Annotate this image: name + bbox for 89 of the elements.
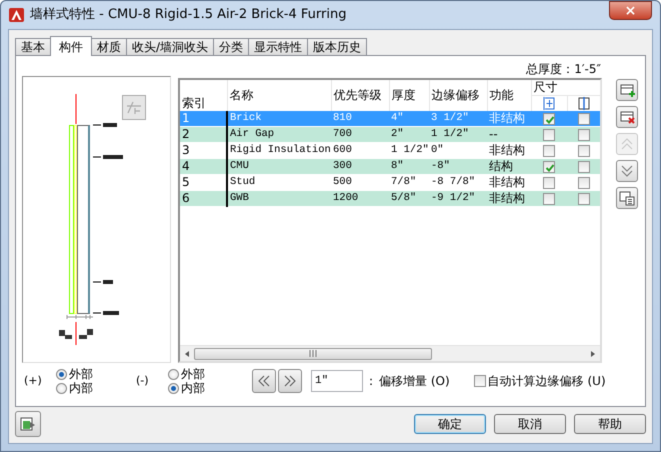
checkbox[interactable] <box>578 160 590 173</box>
app-logo-icon <box>9 8 24 22</box>
checkbox[interactable] <box>543 128 555 141</box>
table-cell: 1 1/2″ <box>429 126 487 142</box>
checkbox[interactable] <box>543 160 555 173</box>
column-header: 厚度 <box>392 88 416 102</box>
table-cell: 6 <box>180 190 227 206</box>
window-title: 墙样式特性 - CMU-8 Rigid-1.5 Air-2 Brick-4 Furring <box>30 6 346 24</box>
move-down-button[interactable] <box>616 160 638 182</box>
export-icon <box>20 416 36 432</box>
checkbox[interactable] <box>578 192 590 205</box>
table-cell: 1200 <box>331 190 389 206</box>
add-row-button[interactable] <box>616 79 638 101</box>
table-row[interactable]: 4 CMU 300 8″ -8″ 结构 <box>180 158 600 174</box>
checkbox[interactable] <box>543 176 555 189</box>
details-button[interactable] <box>616 187 638 209</box>
table-row[interactable]: 2 Air Gap 700 2″ 1 1/2″ -- <box>180 126 600 142</box>
double-chevron-right-icon <box>283 374 297 388</box>
tab[interactable]: 显示特性 <box>248 38 308 55</box>
scroll-right-icon[interactable] <box>589 350 597 358</box>
table-cell: GWB <box>227 190 331 206</box>
table-row[interactable]: 6 GWB 1200 5/8″ -9 1/2″ 非结构 <box>180 190 600 206</box>
grip-icon <box>309 350 317 357</box>
table-cell: -- <box>487 126 531 142</box>
table-cell: CMU <box>227 158 331 174</box>
dialog-button[interactable]: 确定 <box>414 414 486 434</box>
tab[interactable]: 构件 <box>50 36 92 56</box>
table-cell: 8″ <box>389 158 429 174</box>
offset-increment-label: 偏移增量 (O) <box>379 373 450 390</box>
column-header: 边缘偏移 <box>432 88 480 102</box>
checkbox[interactable] <box>543 192 555 205</box>
separator-text: : <box>369 373 374 390</box>
radio-button[interactable]: 外部 <box>168 367 228 381</box>
tab[interactable]: 版本历史 <box>307 38 368 55</box>
radio-button[interactable]: 内部 <box>168 381 228 395</box>
delete-row-icon <box>619 109 635 125</box>
table-cell: 4″ <box>389 111 429 126</box>
table-cell: 1 <box>180 111 227 126</box>
table-cell: -9 1/2″ <box>429 190 487 206</box>
checkbox[interactable] <box>578 128 590 141</box>
auto-offset-checkbox[interactable]: 自动计算边缘偏移 (U) <box>474 374 606 388</box>
shift-right-button[interactable] <box>278 369 302 393</box>
table-cell: 300 <box>331 158 389 174</box>
tab[interactable]: 收头/墙洞收头 <box>126 38 214 55</box>
radio-button[interactable]: 外部 <box>56 367 116 381</box>
table-cell: -8″ <box>429 158 487 174</box>
column-header: 功能 <box>490 88 514 102</box>
scroll-left-icon[interactable] <box>183 350 191 358</box>
tab[interactable]: 分类 <box>213 38 250 55</box>
column-group-header: 尺寸 <box>534 80 558 94</box>
table-cell: Air Gap <box>227 126 331 142</box>
column-header: 优先等级 <box>334 88 382 102</box>
checkbox[interactable] <box>578 112 590 125</box>
table-cell: Brick <box>227 111 331 126</box>
table-cell: 3 1/2″ <box>429 111 487 126</box>
offset-increment-field[interactable]: 1″ <box>311 370 363 392</box>
column-header: 名称 <box>230 88 254 102</box>
dialog-button[interactable]: 帮助 <box>574 414 646 434</box>
dialog-button[interactable]: 取消 <box>494 414 566 434</box>
column-header: 索引 <box>182 96 206 110</box>
radio-button[interactable]: 内部 <box>56 381 116 395</box>
table-cell: 4 <box>180 158 227 174</box>
total-thickness: 总厚度：1′-5″ <box>526 62 601 76</box>
checkbox[interactable] <box>543 112 555 125</box>
table-cell: 2″ <box>389 126 429 142</box>
checkbox[interactable] <box>543 144 555 157</box>
table-cell: 700 <box>331 126 389 142</box>
table-cell: 非结构 <box>487 190 531 206</box>
add-row-icon <box>619 82 635 98</box>
chevron-up-icon <box>619 136 635 152</box>
tab[interactable]: 基本 <box>15 38 51 55</box>
checkbox[interactable] <box>578 176 590 189</box>
table-cell: 2 <box>180 126 227 142</box>
side-label: (+) <box>24 372 43 389</box>
export-button[interactable] <box>15 411 41 437</box>
details-icon <box>619 190 635 206</box>
tab[interactable]: 材质 <box>91 38 127 55</box>
double-chevron-left-icon <box>257 374 271 388</box>
horizontal-scrollbar[interactable] <box>180 345 600 361</box>
shift-left-button[interactable] <box>252 369 276 393</box>
table-cell: 非结构 <box>487 111 531 126</box>
checkbox[interactable] <box>578 144 590 157</box>
table-cell: 结构 <box>487 158 531 174</box>
delete-row-button[interactable] <box>616 106 638 128</box>
table-cell: 5/8″ <box>389 190 429 206</box>
plus-box-icon <box>543 97 555 110</box>
chevron-down-icon <box>619 163 635 179</box>
side-label: (-) <box>136 372 150 389</box>
table-cell: 810 <box>331 111 389 126</box>
